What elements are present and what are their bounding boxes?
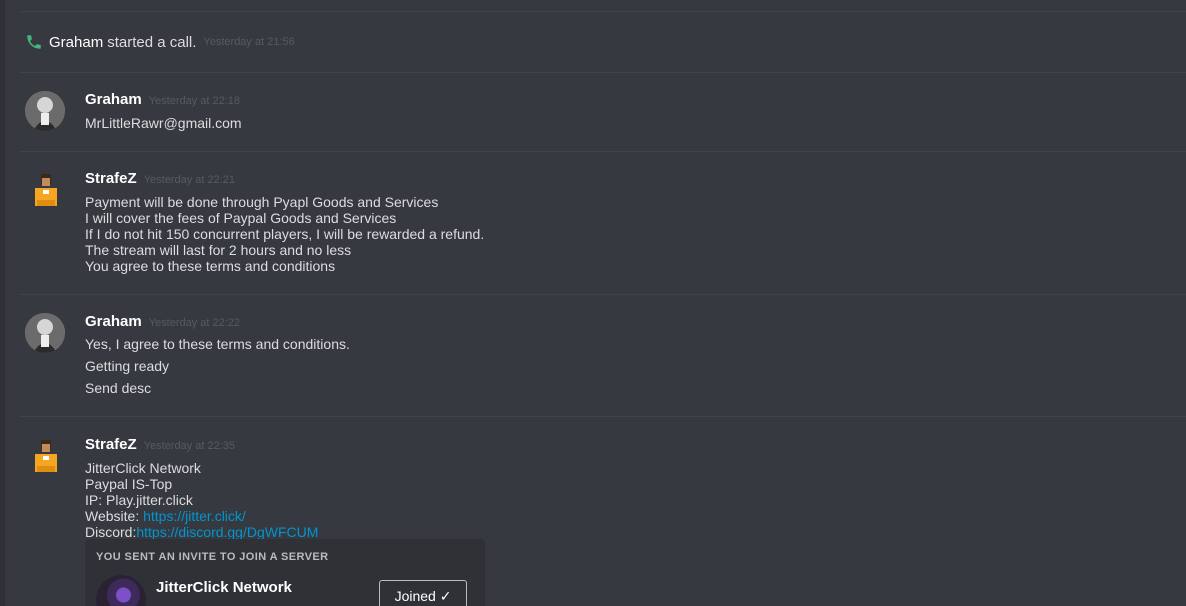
message-text: Getting ready (85, 358, 170, 374)
invite-header: YOU SENT AN INVITE TO JOIN A SERVER (96, 551, 329, 563)
message-divider (20, 72, 1186, 73)
message-divider (20, 151, 1186, 152)
invite-server-name[interactable]: JitterClick Network (156, 579, 292, 596)
message-text: The stream will last for 2 hours and no … (85, 242, 352, 258)
message-timestamp: Yesterday at 22:22 (148, 317, 241, 329)
message-author[interactable]: Graham (85, 91, 142, 108)
message-timestamp: Yesterday at 22:21 (143, 174, 236, 186)
server-invite-card: YOU SENT AN INVITE TO JOIN A SERVER Jitt… (85, 539, 485, 606)
chat-messages: Graham started a call. Yesterday at 21:5… (0, 0, 1186, 606)
discord-link[interactable]: https://discord.gg/DgWFCUM (136, 524, 318, 540)
website-label: Website: (85, 508, 144, 524)
message-group: Graham Yesterday at 22:22 Yes, I agree t… (25, 313, 1186, 403)
message-text: If I do not hit 150 concurrent players, … (85, 226, 485, 242)
discord-label: Discord: (85, 524, 137, 540)
call-timestamp: Yesterday at 21:56 (203, 36, 295, 48)
server-icon[interactable] (96, 575, 146, 606)
avatar[interactable] (25, 436, 65, 476)
message-text: Payment will be done through Pyapl Goods… (85, 194, 439, 210)
message-text: Yes, I agree to these terms and conditio… (85, 336, 350, 352)
message-timestamp: Yesterday at 22:35 (143, 440, 236, 452)
message-author[interactable]: Graham (85, 313, 142, 330)
discord-line: Discord:https://discord.gg/DgWFCUM (85, 524, 318, 540)
website-link[interactable]: https://jitter.click/ (143, 508, 246, 524)
call-author[interactable]: Graham (49, 34, 103, 51)
message-group: StrafeZ Yesterday at 22:35 JitterClick N… (25, 436, 1186, 606)
message-group: StrafeZ Yesterday at 22:21 Payment will … (25, 170, 1186, 280)
message-divider (20, 11, 1186, 12)
message-text: MrLittleRawr@gmail.com (85, 115, 242, 131)
message-author[interactable]: StrafeZ (85, 170, 137, 187)
message-text: IP: Play.jitter.click (85, 492, 193, 508)
avatar[interactable] (25, 313, 65, 353)
message-text: You agree to these terms and conditions (85, 258, 336, 274)
website-line: Website: https://jitter.click/ (85, 508, 318, 524)
message-text: Send desc (85, 380, 152, 396)
message-divider (20, 294, 1186, 295)
message-text: JitterClick Network (85, 460, 201, 476)
message-group: Graham Yesterday at 22:18 MrLittleRawr@g… (25, 91, 1186, 131)
message-text: Paypal IS-Top (85, 476, 173, 492)
call-text: started a call. (107, 33, 197, 51)
avatar[interactable] (25, 170, 65, 210)
avatar[interactable] (25, 91, 65, 131)
call-system-message: Graham started a call. Yesterday at 21:5… (25, 32, 295, 52)
joined-button[interactable]: Joined ✓ (379, 580, 467, 606)
message-timestamp: Yesterday at 22:18 (148, 95, 241, 107)
message-divider (20, 416, 1186, 417)
message-text: I will cover the fees of Paypal Goods an… (85, 210, 397, 226)
message-author[interactable]: StrafeZ (85, 436, 137, 453)
phone-icon (25, 33, 43, 51)
